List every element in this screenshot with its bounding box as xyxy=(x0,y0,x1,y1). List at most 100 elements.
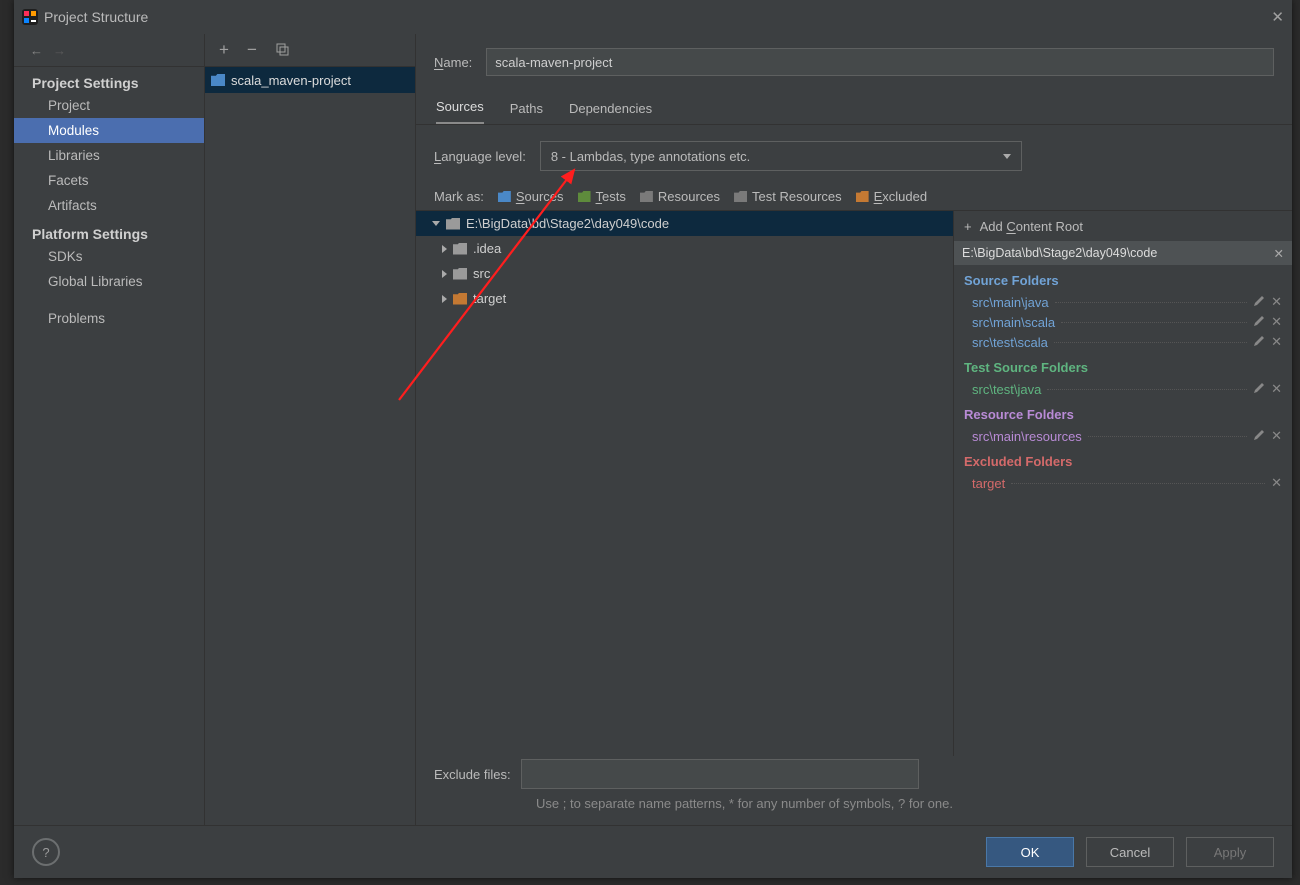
dialog-button-bar: ? OK Cancel Apply xyxy=(14,825,1292,878)
intellij-icon xyxy=(22,9,38,25)
folder-icon xyxy=(453,293,467,305)
remove-icon[interactable]: ✕ xyxy=(1271,334,1282,350)
exclude-files-hint: Use ; to separate name patterns, * for a… xyxy=(416,792,1274,825)
tree-item-idea[interactable]: .idea xyxy=(416,236,953,261)
content-roots-panel: + Add Content Root E:\BigData\bd\Stage2\… xyxy=(953,211,1292,756)
mark-as-row: Mark as: Sources Tests Resources Test Re… xyxy=(416,171,1292,210)
copy-icon[interactable] xyxy=(275,42,289,59)
edit-icon[interactable] xyxy=(1253,429,1265,444)
sidebar-item-sdks[interactable]: SDKs xyxy=(14,244,204,269)
expand-icon[interactable] xyxy=(442,295,447,303)
content-root-header: E:\BigData\bd\Stage2\day049\code ✕ xyxy=(954,241,1292,265)
add-icon[interactable]: + xyxy=(219,40,229,60)
edit-icon[interactable] xyxy=(1253,315,1265,330)
source-folder: src\main\java✕ xyxy=(954,292,1292,312)
cancel-button[interactable]: Cancel xyxy=(1086,837,1174,867)
source-folder: src\main\scala✕ xyxy=(954,312,1292,332)
remove-icon[interactable]: ✕ xyxy=(1271,314,1282,330)
sidebar-item-libraries[interactable]: Libraries xyxy=(14,143,204,168)
expand-icon[interactable] xyxy=(442,270,447,278)
language-level-label: Language level: xyxy=(434,149,526,164)
excluded-folder: target✕ xyxy=(954,473,1292,493)
name-label: Name: xyxy=(434,55,472,70)
name-row: Name: xyxy=(416,34,1292,80)
excluded-folders-title: Excluded Folders xyxy=(954,446,1292,473)
language-level-combo[interactable]: 8 - Lambdas, type annotations etc. xyxy=(540,141,1022,171)
mark-sources[interactable]: Sources xyxy=(498,189,564,204)
nav-row: ← → xyxy=(14,34,204,67)
sources-body: E:\BigData\bd\Stage2\day049\code .idea s… xyxy=(416,210,1292,756)
tab-paths[interactable]: Paths xyxy=(510,101,543,124)
edit-icon[interactable] xyxy=(1253,382,1265,397)
source-folder: src\test\scala✕ xyxy=(954,332,1292,352)
module-tabs: Sources Paths Dependencies xyxy=(416,94,1292,125)
exclude-files-label: Exclude files: xyxy=(434,767,511,782)
expand-icon[interactable] xyxy=(442,245,447,253)
folder-icon xyxy=(453,243,467,255)
remove-icon[interactable]: ✕ xyxy=(1271,428,1282,444)
module-details: Name: Sources Paths Dependencies Languag… xyxy=(416,34,1292,825)
chevron-down-icon xyxy=(1003,154,1011,159)
project-structure-dialog: Project Structure ✕ ← → Project Settings… xyxy=(14,0,1292,878)
sidebar-item-modules[interactable]: Modules xyxy=(14,118,204,143)
sidebar-item-problems[interactable]: Problems xyxy=(14,306,204,331)
tree-item-src[interactable]: src xyxy=(416,261,953,286)
group-platform-settings: Platform Settings xyxy=(14,218,204,244)
remove-icon[interactable]: ✕ xyxy=(1271,294,1282,310)
file-tree[interactable]: E:\BigData\bd\Stage2\day049\code .idea s… xyxy=(416,211,953,756)
sidebar-item-global-libraries[interactable]: Global Libraries xyxy=(14,269,204,294)
module-item[interactable]: scala_maven-project xyxy=(205,67,415,93)
test-resources-icon xyxy=(734,191,747,202)
source-folders-title: Source Folders xyxy=(954,265,1292,292)
test-folders-title: Test Source Folders xyxy=(954,352,1292,379)
tab-sources[interactable]: Sources xyxy=(436,99,484,124)
folder-icon xyxy=(453,268,467,280)
folder-icon xyxy=(211,74,225,86)
edit-icon[interactable] xyxy=(1253,295,1265,310)
tree-root[interactable]: E:\BigData\bd\Stage2\day049\code xyxy=(416,211,953,236)
sidebar-item-facets[interactable]: Facets xyxy=(14,168,204,193)
forward-icon[interactable]: → xyxy=(53,43,66,58)
tree-item-target[interactable]: target xyxy=(416,286,953,311)
module-name-input[interactable] xyxy=(486,48,1274,76)
mark-resources[interactable]: Resources xyxy=(640,189,720,204)
dialog-body: ← → Project Settings Project Modules Lib… xyxy=(14,34,1292,825)
group-project-settings: Project Settings xyxy=(14,67,204,93)
tab-dependencies[interactable]: Dependencies xyxy=(569,101,652,124)
module-toolbar: + − xyxy=(205,34,415,67)
back-icon[interactable]: ← xyxy=(30,43,43,58)
test-folder: src\test\java✕ xyxy=(954,379,1292,399)
tests-icon xyxy=(578,191,591,202)
title-bar: Project Structure ✕ xyxy=(14,0,1292,34)
module-list: + − scala_maven-project xyxy=(205,34,416,825)
sources-icon xyxy=(498,191,511,202)
mark-excluded[interactable]: Excluded xyxy=(856,189,927,204)
help-icon[interactable]: ? xyxy=(32,838,60,866)
tree-root-label: E:\BigData\bd\Stage2\day049\code xyxy=(466,216,669,231)
remove-root-icon[interactable]: ✕ xyxy=(1274,246,1284,261)
mark-tests[interactable]: Tests xyxy=(578,189,626,204)
expand-icon[interactable] xyxy=(432,221,440,226)
resource-folder: src\main\resources✕ xyxy=(954,426,1292,446)
exclude-files-row: Exclude files: xyxy=(416,756,1292,792)
excluded-icon xyxy=(856,191,869,202)
remove-icon[interactable]: ✕ xyxy=(1271,381,1282,397)
mark-as-label: Mark as: xyxy=(434,189,484,204)
language-level-value: 8 - Lambdas, type annotations etc. xyxy=(551,149,750,164)
resources-icon xyxy=(640,191,653,202)
sidebar-item-artifacts[interactable]: Artifacts xyxy=(14,193,204,218)
close-icon[interactable]: ✕ xyxy=(1271,8,1284,26)
edit-icon[interactable] xyxy=(1253,335,1265,350)
sidebar-item-project[interactable]: Project xyxy=(14,93,204,118)
remove-icon[interactable]: ✕ xyxy=(1271,475,1282,491)
language-level-row: Language level: 8 - Lambdas, type annota… xyxy=(416,125,1292,171)
add-content-root[interactable]: + Add Content Root xyxy=(954,211,1292,241)
exclude-files-input[interactable] xyxy=(521,759,919,789)
apply-button[interactable]: Apply xyxy=(1186,837,1274,867)
remove-icon[interactable]: − xyxy=(247,40,257,60)
mark-test-resources[interactable]: Test Resources xyxy=(734,189,842,204)
settings-sidebar: ← → Project Settings Project Modules Lib… xyxy=(14,34,205,825)
resource-folders-title: Resource Folders xyxy=(954,399,1292,426)
folder-icon xyxy=(446,218,460,230)
ok-button[interactable]: OK xyxy=(986,837,1074,867)
